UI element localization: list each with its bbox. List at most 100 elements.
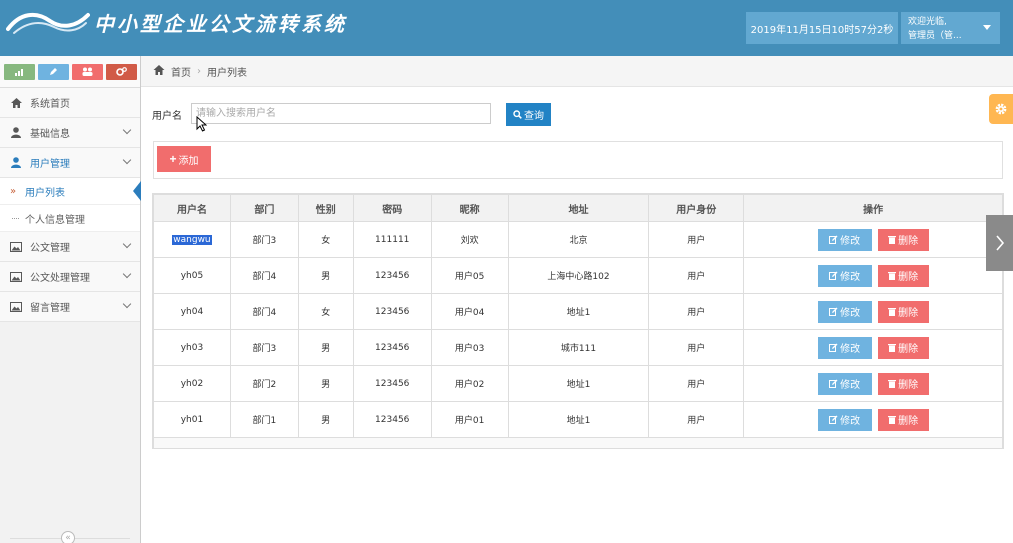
table-cell: 地址1 <box>507 401 650 438</box>
delete-button[interactable]: 删除 <box>877 372 929 395</box>
column-header: 密码 <box>352 194 432 222</box>
cell-text: 用户 <box>687 344 706 354</box>
sidebar-subitem-profile[interactable]: 个人信息管理 <box>0 205 140 232</box>
table-cell: 男 <box>297 365 354 402</box>
chevron-right-icon <box>995 235 1004 251</box>
sidebar-item-label: 留言管理 <box>30 303 70 314</box>
sidebar-item-document-processing[interactable]: 公文处理管理 <box>0 262 140 292</box>
delete-button[interactable]: 删除 <box>877 336 929 359</box>
cell-text: yh03 <box>180 342 204 353</box>
cell-text: 男 <box>321 272 331 282</box>
cell-text: yh02 <box>180 378 204 389</box>
user-menu[interactable]: 欢迎光临, 管理员（管... <box>901 12 1000 44</box>
cell-text: 地址1 <box>566 308 591 318</box>
user-name: 管理员（管... <box>908 31 962 41</box>
sidebar-item-home[interactable]: 系统首页 <box>0 88 140 118</box>
search-button[interactable]: 查询 <box>506 103 551 126</box>
top-header: 中小型企业公文流转系统 2019年11月15日10时57分2秒 欢迎光临, 管理… <box>0 0 1013 56</box>
edit-button[interactable]: 修改 <box>817 372 872 395</box>
sidebar-item-document-management[interactable]: 公文管理 <box>0 232 140 262</box>
table-cell: 123456 <box>352 257 432 294</box>
edit-icon <box>829 307 838 316</box>
delete-button[interactable]: 删除 <box>877 300 929 323</box>
column-header: 昵称 <box>430 194 509 222</box>
table-cell: 男 <box>297 329 354 366</box>
trash-icon <box>888 380 897 388</box>
table-cell: 部门4 <box>229 257 299 294</box>
trash-icon <box>888 272 897 280</box>
table-cell: 地址1 <box>507 365 650 402</box>
user-icon <box>9 157 23 168</box>
table-cell: 用户 <box>648 257 745 294</box>
edit-icon <box>829 271 838 280</box>
sidebar-subitem-user-list[interactable]: » 用户列表 <box>0 178 141 205</box>
sidebar-item-user-management[interactable]: 用户管理 <box>0 148 140 178</box>
delete-button[interactable]: 删除 <box>877 264 929 287</box>
table-row: yh05 部门4 男 123456 用户05 上海中心路102 用户 修改 删除 <box>153 257 1003 294</box>
delete-button[interactable]: 删除 <box>877 228 929 251</box>
sidebar-item-message-management[interactable]: 留言管理 <box>0 292 140 322</box>
table-cell: 部门2 <box>229 365 299 402</box>
edit-button[interactable]: 修改 <box>817 336 872 359</box>
cell-text: 123456 <box>375 306 410 317</box>
tree-line <box>12 218 19 219</box>
signal-icon <box>14 68 23 76</box>
cell-text: 部门3 <box>252 344 277 354</box>
user-table-container: 用户名 部门 性别 密码 昵称 地址 用户身份 操作 wangwu 部门3 女 111… <box>152 193 1004 449</box>
table-row: yh04 部门4 女 123456 用户04 地址1 用户 修改 删除 <box>153 293 1003 330</box>
table-cell: 123456 <box>352 293 432 330</box>
edit-button[interactable]: 修改 <box>817 300 872 323</box>
column-header: 用户身份 <box>648 194 745 222</box>
users-shortcut-button[interactable] <box>72 63 103 80</box>
trash-icon <box>888 236 897 244</box>
breadcrumb-home-link[interactable]: 首页 <box>171 64 191 79</box>
cogs-shortcut-button[interactable] <box>106 63 137 80</box>
column-header: 操作 <box>743 194 1003 222</box>
add-user-button[interactable]: + 添加 <box>157 146 211 172</box>
table-cell: yh01 <box>153 401 231 438</box>
cogs-icon <box>116 67 127 76</box>
table-cell: 部门4 <box>229 293 299 330</box>
cell-text: 用户 <box>687 308 706 318</box>
delete-button-label: 删除 <box>898 380 919 391</box>
picture-icon <box>9 271 23 282</box>
column-header: 性别 <box>297 194 354 222</box>
cell-text: 部门3 <box>252 236 277 246</box>
caret-down-icon <box>983 25 991 30</box>
sidebar-item-label: 用户管理 <box>30 159 70 170</box>
edit-button-label: 修改 <box>840 380 861 391</box>
delete-button[interactable]: 删除 <box>877 408 929 431</box>
table-cell: 111111 <box>352 221 432 258</box>
cell-text: wangwu <box>172 234 212 245</box>
delete-button-label: 删除 <box>898 308 919 319</box>
search-input[interactable] <box>191 103 491 124</box>
edit-icon <box>829 415 838 424</box>
actions-cell: 修改 删除 <box>743 221 1003 258</box>
trash-icon <box>888 308 897 316</box>
cell-text: 用户03 <box>454 344 485 354</box>
next-arrow-button[interactable] <box>986 215 1013 271</box>
delete-button-label: 删除 <box>898 272 919 283</box>
cell-text: 男 <box>321 380 331 390</box>
actions-cell: 修改 删除 <box>743 401 1003 438</box>
sidebar: 系统首页 基础信息 用户管理 » 用户列表 个人信息管理 公文管理 公文处理管理 <box>0 56 141 543</box>
delete-button-label: 删除 <box>898 236 919 247</box>
cell-text: 部门1 <box>252 416 277 426</box>
pencil-shortcut-button[interactable] <box>38 63 69 80</box>
cell-text: 女 <box>321 308 331 318</box>
settings-toggle-button[interactable] <box>989 94 1013 124</box>
signal-shortcut-button[interactable] <box>4 63 35 80</box>
table-cell: yh02 <box>153 365 231 402</box>
current-datetime: 2019年11月15日10时57分2秒 <box>746 12 898 44</box>
edit-button[interactable]: 修改 <box>817 228 872 251</box>
table-cell: 123456 <box>352 401 432 438</box>
breadcrumb: 首页 › 用户列表 <box>141 56 1013 87</box>
sidebar-collapse-button[interactable]: « <box>61 531 75 543</box>
table-cell: 上海中心路102 <box>507 257 650 294</box>
sidebar-item-basic-info[interactable]: 基础信息 <box>0 118 140 148</box>
cell-text: 部门2 <box>252 380 277 390</box>
edit-button[interactable]: 修改 <box>817 264 872 287</box>
add-button-label: 添加 <box>178 155 199 167</box>
cell-text: 男 <box>321 416 331 426</box>
edit-button[interactable]: 修改 <box>817 408 872 431</box>
